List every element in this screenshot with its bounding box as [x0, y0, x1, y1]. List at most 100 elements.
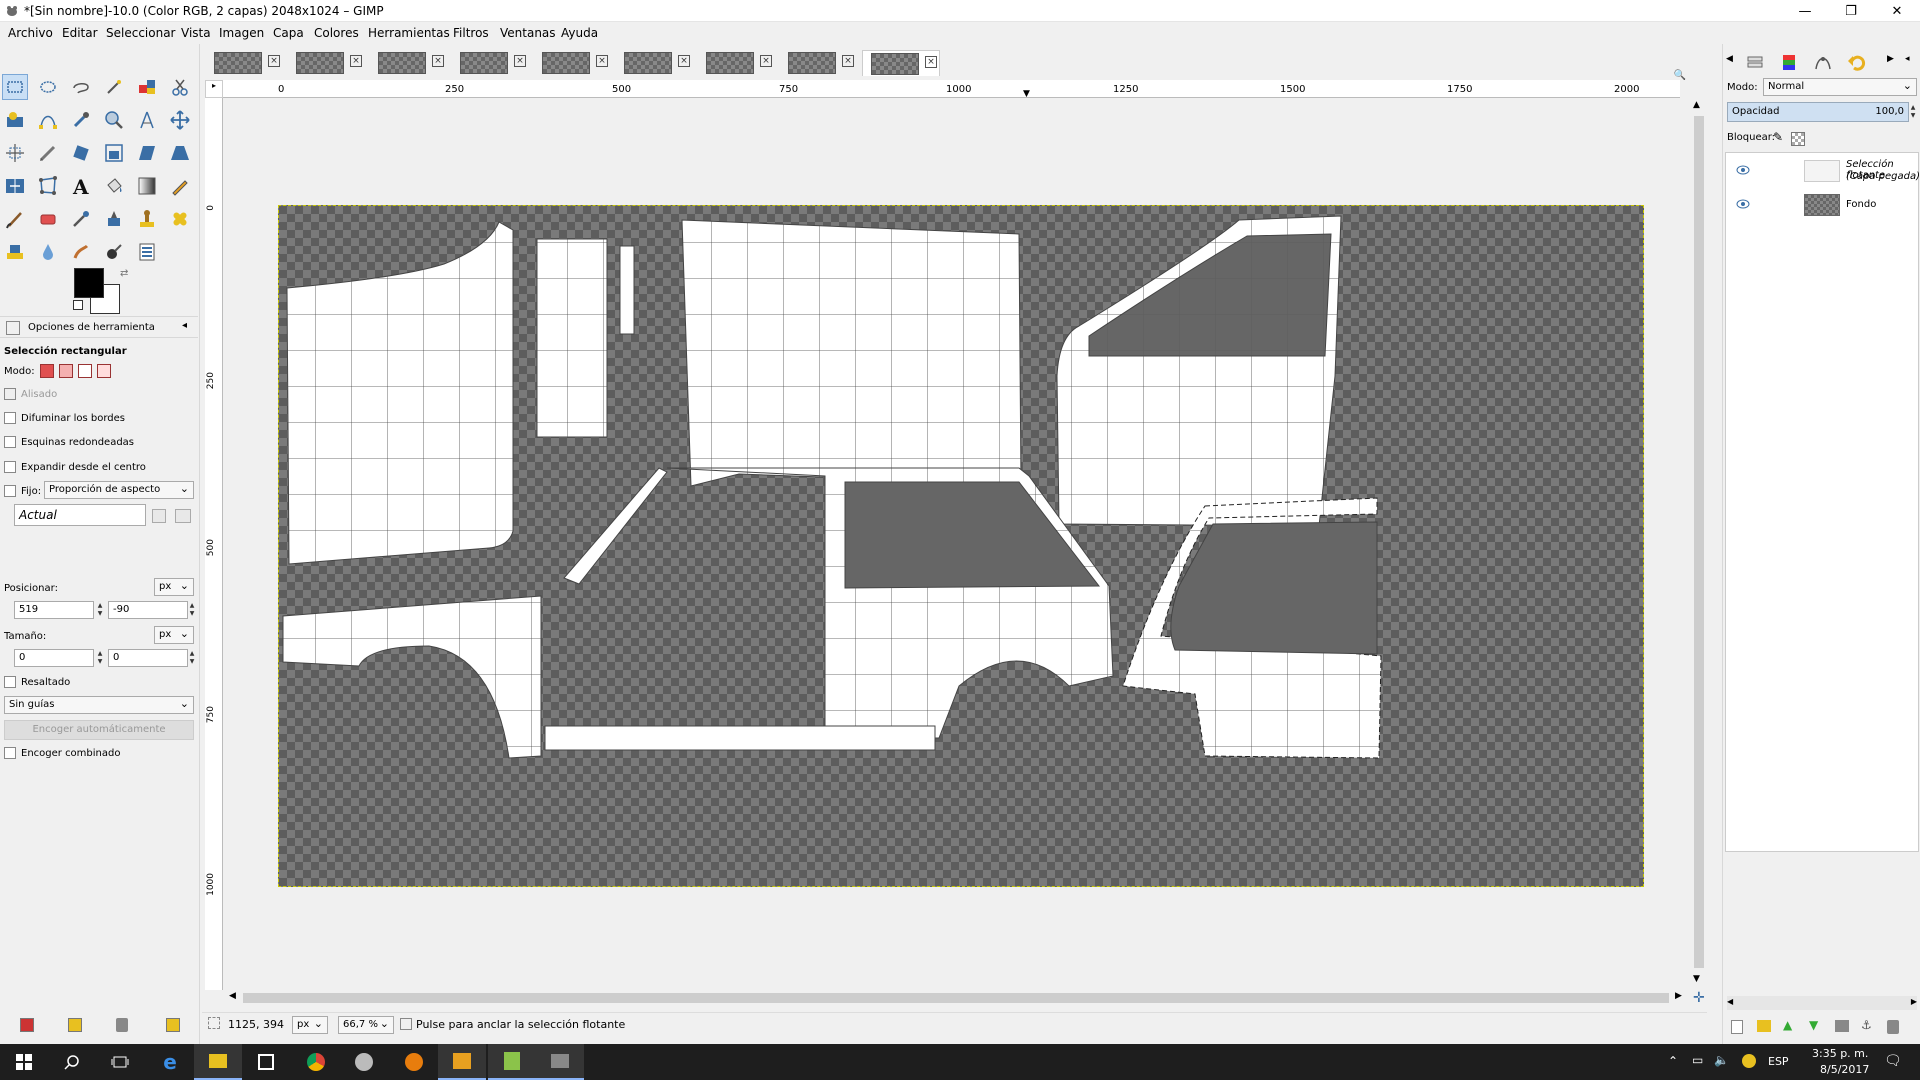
tray-chevron-icon[interactable]: ⌃ [1668, 1054, 1678, 1068]
measure-tool[interactable] [134, 107, 160, 133]
close-tab-icon[interactable]: × [432, 55, 444, 67]
menu-seleccionar[interactable]: Seleccionar [106, 26, 175, 40]
image-tab[interactable]: × [698, 50, 776, 76]
scissors-select-tool[interactable] [167, 74, 193, 100]
clock-time[interactable]: 3:35 p. m. [1812, 1047, 1868, 1060]
ruler-corner[interactable]: ▸ [205, 80, 223, 98]
close-tab-icon[interactable]: × [760, 55, 772, 67]
lower-layer-icon[interactable]: ▼ [1809, 1018, 1818, 1032]
bucket-fill-tool[interactable] [101, 173, 127, 199]
blend-tool[interactable] [134, 173, 160, 199]
position-unit-dropdown[interactable]: px [154, 578, 194, 596]
duplicate-layer-icon[interactable] [1835, 1020, 1849, 1032]
horizontal-scroll-thumb[interactable] [243, 993, 1669, 1003]
ink-tool[interactable] [101, 206, 127, 232]
image-tab[interactable]: × [288, 50, 366, 76]
undo-history-tab[interactable] [1843, 48, 1871, 76]
menu-editar[interactable]: Editar [62, 26, 98, 40]
foreground-select-tool[interactable] [2, 107, 28, 133]
close-tab-icon[interactable]: × [514, 55, 526, 67]
app-taskbar-button[interactable] [340, 1044, 388, 1080]
edge-taskbar-button[interactable]: e [146, 1044, 194, 1080]
cancel-icon[interactable] [400, 1018, 412, 1030]
zoom-dropdown[interactable]: 66,7 % [338, 1016, 394, 1034]
panel-menu-icon[interactable]: ◂ [182, 320, 187, 331]
dock-menu-icon[interactable]: ◂ [1905, 54, 1910, 64]
scroll-down-icon[interactable]: ▼ [1693, 974, 1700, 984]
quick-mask-icon[interactable] [208, 1017, 220, 1029]
opacity-spinner[interactable]: ▲ ▼ [1909, 104, 1917, 120]
rounded-option[interactable]: Esquinas redondeadas [4, 436, 134, 448]
shrink-merged-option[interactable]: Encoger combinado [4, 747, 120, 759]
mode-replace-icon[interactable] [39, 364, 54, 378]
close-tab-icon[interactable]: × [350, 55, 362, 67]
horizontal-ruler[interactable]: 0 250 500 750 1000 1250 1500 1750 2000 ▼ [223, 80, 1680, 99]
rect-select-tool[interactable] [2, 74, 28, 100]
antialias-option[interactable]: Alisado [4, 388, 57, 400]
size-w-input[interactable]: 0 [14, 649, 94, 667]
menu-ventanas[interactable]: Ventanas [500, 26, 556, 40]
menu-filtros[interactable]: Filtros [453, 26, 489, 40]
default-colors-icon[interactable] [73, 300, 83, 310]
portrait-icon[interactable] [152, 509, 166, 523]
ellipse-select-tool[interactable] [35, 74, 61, 100]
fixed-dropdown[interactable]: Proporción de aspecto [44, 481, 194, 499]
scroll-left-icon[interactable]: ◀ [1727, 997, 1733, 1006]
image-tab[interactable]: × [206, 50, 284, 76]
swap-colors-icon[interactable]: ⇄ [120, 268, 128, 279]
unit-dropdown[interactable]: px [292, 1016, 328, 1034]
close-button[interactable]: ✕ [1874, 0, 1920, 22]
language-indicator[interactable]: ESP [1768, 1055, 1789, 1068]
rounded-checkbox[interactable] [4, 436, 16, 448]
feather-checkbox[interactable] [4, 412, 16, 424]
crop-tool[interactable] [35, 140, 61, 166]
mode-subtract-icon[interactable] [77, 364, 92, 378]
canvas-area[interactable]: 🔍 [223, 70, 1691, 990]
scroll-right-icon[interactable]: ▶ [1911, 997, 1917, 1006]
position-x-spinner[interactable]: ▲ ▼ [96, 602, 104, 618]
minimize-button[interactable]: — [1782, 0, 1828, 22]
visibility-eye-icon[interactable] [1736, 199, 1750, 209]
clone-tool[interactable] [134, 206, 160, 232]
delete-options-icon[interactable] [116, 1018, 128, 1032]
layer-item[interactable]: Selección flotante (Capa pegada) [1728, 157, 1920, 189]
volume-icon[interactable]: 🔈 [1714, 1053, 1729, 1067]
opacity-slider[interactable]: Opacidad 100,0 [1727, 102, 1909, 122]
airbrush-tool[interactable] [68, 206, 94, 232]
scroll-left-icon[interactable]: ◀ [229, 991, 236, 1001]
vertical-scroll-thumb[interactable] [1694, 116, 1704, 968]
maximize-button[interactable]: ❐ [1828, 0, 1874, 22]
channels-tab[interactable] [1775, 48, 1803, 76]
menu-ayuda[interactable]: Ayuda [561, 26, 598, 40]
menu-colores[interactable]: Colores [314, 26, 359, 40]
layers-hscrollbar[interactable]: ◀ ▶ [1727, 996, 1917, 1010]
image-tab-active[interactable]: × [862, 50, 940, 76]
size-h-spinner[interactable]: ▲ ▼ [188, 650, 196, 666]
menu-imagen[interactable]: Imagen [219, 26, 264, 40]
vertical-scrollbar[interactable]: ▲ ▼ [1691, 98, 1707, 990]
notepad-taskbar-button[interactable] [488, 1044, 536, 1080]
smudge-tool[interactable] [68, 239, 94, 265]
menu-archivo[interactable]: Archivo [8, 26, 53, 40]
menu-herramientas[interactable]: Herramientas [368, 26, 450, 40]
fuzzy-select-tool[interactable] [101, 74, 127, 100]
feather-option[interactable]: Difuminar los bordes [4, 412, 125, 424]
foreground-color-swatch[interactable] [74, 268, 104, 298]
restore-options-icon[interactable] [68, 1018, 82, 1032]
explorer-taskbar-button[interactable] [194, 1044, 242, 1080]
text-tool[interactable]: A [68, 173, 94, 199]
expand-center-checkbox[interactable] [4, 461, 16, 473]
layer-item[interactable]: Fondo [1728, 191, 1920, 219]
lock-alpha-icon[interactable] [1791, 132, 1805, 146]
chrome-taskbar-button[interactable] [292, 1044, 340, 1080]
free-select-tool[interactable] [68, 74, 94, 100]
paths-tab[interactable] [1809, 48, 1837, 76]
scroll-up-icon[interactable]: ▲ [1693, 100, 1700, 110]
select-by-color-tool[interactable] [134, 74, 160, 100]
menu-capa[interactable]: Capa [273, 26, 304, 40]
fixed-checkbox[interactable] [4, 485, 16, 497]
position-x-input[interactable]: 519 [14, 601, 94, 619]
move-tool[interactable] [167, 107, 193, 133]
antialias-checkbox[interactable] [4, 388, 16, 400]
store-taskbar-button[interactable] [242, 1044, 290, 1080]
